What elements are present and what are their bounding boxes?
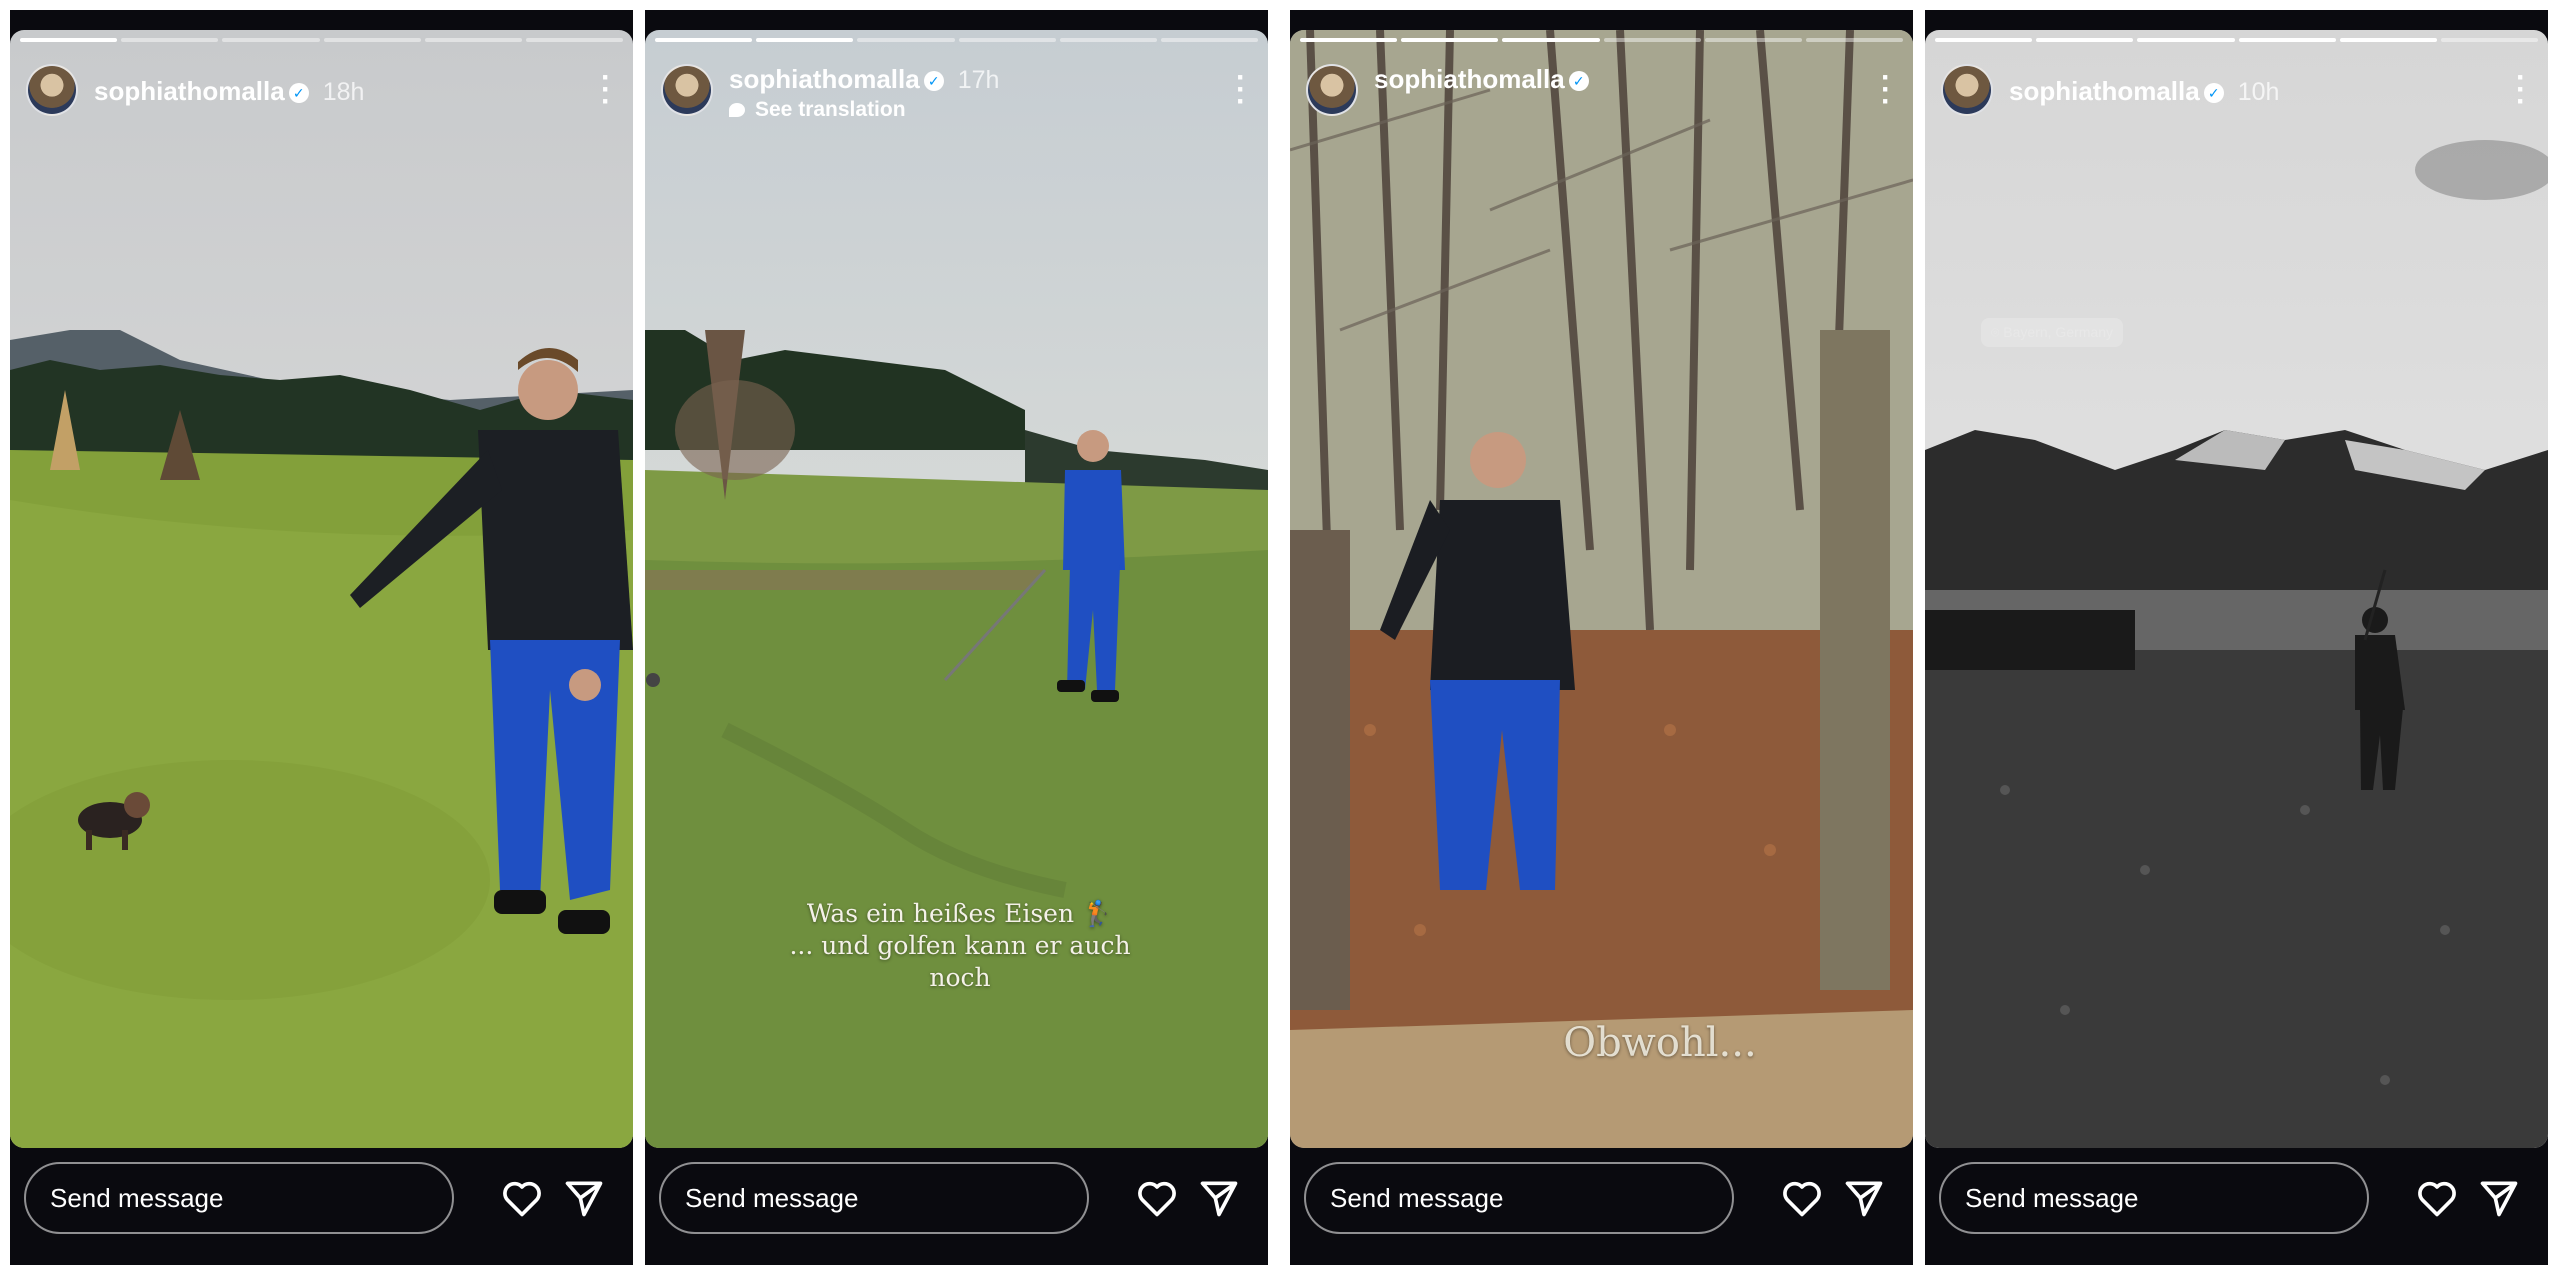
heart-icon[interactable] xyxy=(500,1176,544,1220)
story-progress-bar xyxy=(1300,38,1904,42)
story-image xyxy=(10,30,633,1148)
story-panel-1[interactable]: sophiathomalla ✓ 18h · · · Send message xyxy=(10,10,633,1265)
share-icon[interactable] xyxy=(1197,1176,1241,1220)
story-panel-3[interactable]: sophiathomalla ✓ · · · Obwohl... Send messa… xyxy=(1290,10,1913,1265)
avatar[interactable] xyxy=(1306,64,1358,116)
location-pin-icon: ⌾ xyxy=(1991,324,2004,340)
more-options-icon[interactable]: · · · xyxy=(601,63,611,117)
location-sticker[interactable]: ⌾ Bayern, Germany xyxy=(1981,318,2124,347)
username-row[interactable]: sophiathomalla ✓ xyxy=(1374,64,1603,95)
verified-badge-icon: ✓ xyxy=(1568,71,1589,92)
story-caption: Was ein heißes Eisen 🏌 ... und golfen ka… xyxy=(765,898,1155,994)
story-header: sophiathomalla ✓ 10h · · · xyxy=(1941,58,2532,118)
story-panel-4[interactable]: sophiathomalla ✓ 10h · · · ⌾ Bayern, Germany… xyxy=(1925,10,2548,1265)
story-progress-bar xyxy=(20,38,624,42)
caption-line: Obwohl... xyxy=(1563,1020,1757,1066)
username[interactable]: sophiathomalla xyxy=(2009,76,2200,106)
story-header: sophiathomalla ✓ 18h · · · xyxy=(26,58,617,118)
send-message-input[interactable]: Send message xyxy=(24,1162,454,1234)
post-time: 17h xyxy=(957,66,1000,94)
see-translation-link[interactable]: See translation xyxy=(729,98,906,122)
story-panel-2[interactable]: sophiathomalla ✓ 17h See translation · · · W… xyxy=(645,10,1268,1265)
share-icon[interactable] xyxy=(2477,1176,2521,1220)
send-message-input[interactable]: Send message xyxy=(659,1162,1089,1234)
story-footer: Send message xyxy=(645,1150,1268,1265)
username[interactable]: sophiathomalla xyxy=(1374,64,1565,94)
more-options-icon[interactable]: · · · xyxy=(2516,63,2526,117)
username-row[interactable]: sophiathomalla ✓ 10h xyxy=(2009,76,2279,107)
story-image xyxy=(1290,30,1913,1148)
story-footer: Send message xyxy=(10,1150,633,1265)
share-icon[interactable] xyxy=(562,1176,606,1220)
story-header: sophiathomalla ✓ · · · xyxy=(1306,58,1897,118)
avatar[interactable] xyxy=(661,64,713,116)
translation-bubble-icon xyxy=(729,103,745,118)
story-progress-bar xyxy=(1935,38,2539,42)
verified-badge-icon: ✓ xyxy=(288,83,309,104)
share-icon[interactable] xyxy=(1842,1176,1886,1220)
send-message-input[interactable]: Send message xyxy=(1939,1162,2369,1234)
username-row[interactable]: sophiathomalla ✓ 17h xyxy=(729,64,999,95)
story-header: sophiathomalla ✓ 17h See translation · · · xyxy=(661,58,1252,121)
caption-line: ... und golfen kann er auch xyxy=(789,931,1131,960)
avatar[interactable] xyxy=(1941,64,1993,116)
more-options-icon[interactable]: · · · xyxy=(1236,63,1246,117)
heart-icon[interactable] xyxy=(1780,1176,1824,1220)
post-time: 10h xyxy=(2237,78,2280,106)
avatar[interactable] xyxy=(26,64,78,116)
more-options-icon[interactable]: · · · xyxy=(1881,63,1891,117)
story-footer: Send message xyxy=(1925,1150,2548,1265)
story-progress-bar xyxy=(655,38,1259,42)
story-caption: Obwohl... xyxy=(1550,1020,1770,1066)
verified-badge-icon: ✓ xyxy=(923,71,944,92)
send-message-input[interactable]: Send message xyxy=(1304,1162,1734,1234)
story-footer: Send message xyxy=(1290,1150,1913,1265)
post-time: 18h xyxy=(322,78,365,106)
username-row[interactable]: sophiathomalla ✓ 18h xyxy=(94,76,364,107)
story-image xyxy=(1925,30,2548,1148)
username[interactable]: sophiathomalla xyxy=(94,76,285,106)
caption-line: Was ein heißes Eisen 🏌 xyxy=(806,899,1114,928)
heart-icon[interactable] xyxy=(1135,1176,1179,1220)
location-label: Bayern, Germany xyxy=(2003,324,2114,340)
username[interactable]: sophiathomalla xyxy=(729,64,920,94)
heart-icon[interactable] xyxy=(2415,1176,2459,1220)
verified-badge-icon: ✓ xyxy=(2203,83,2224,104)
caption-line: noch xyxy=(929,963,991,992)
see-translation-label: See translation xyxy=(755,98,906,121)
